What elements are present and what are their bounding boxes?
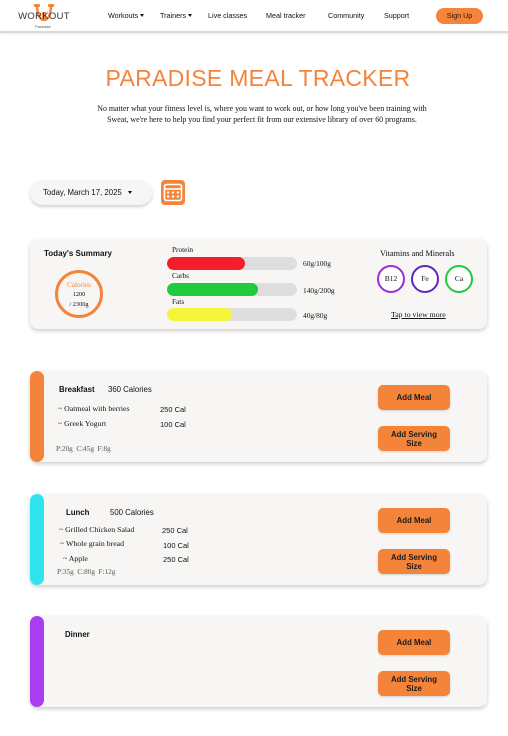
food-calories: 250 Cal xyxy=(160,405,186,414)
nav-item-support[interactable]: Support xyxy=(384,11,409,20)
chevron-down-icon xyxy=(127,191,132,194)
calendar-button[interactable] xyxy=(161,180,185,205)
food-item: ~ Grilled Chicken Salad xyxy=(59,525,135,534)
fats-bar-fill xyxy=(167,308,232,321)
vitamins-title: Vitamins and Minerals xyxy=(380,249,455,258)
meal-color-stripe xyxy=(30,494,44,585)
chevron-down-icon xyxy=(140,14,145,17)
nav-item-community[interactable]: Community xyxy=(328,11,364,20)
add-serving-size-button[interactable]: Add Serving Size xyxy=(378,671,450,696)
add-serving-size-button[interactable]: Add Serving Size xyxy=(378,549,450,574)
protein-value: 60g/100g xyxy=(303,259,331,268)
protein-bar-fill xyxy=(167,257,245,270)
meal-macros: P:35g C:80g F:12g xyxy=(57,568,115,576)
nav-item-workouts[interactable]: Workouts xyxy=(108,11,145,20)
brand-tagline: Paradise xyxy=(35,24,51,29)
brand-name: WORKOUT xyxy=(18,11,70,22)
calendar-icon xyxy=(163,183,183,202)
calories-value: 1200 xyxy=(72,291,86,298)
carbs-label: Carbs xyxy=(172,271,190,280)
summary-title: Today's Summary xyxy=(44,249,112,258)
food-calories: 250 Cal xyxy=(163,555,189,564)
meal-card-lunch: Lunch 500 Calories ~ Grilled Chicken Sal… xyxy=(30,494,487,585)
macro-carbs: C:45g xyxy=(76,445,94,453)
meal-card-dinner: Dinner Add Meal Add Serving Size xyxy=(30,616,487,707)
date-label: Today, March 17, 2025 xyxy=(43,188,122,197)
meal-card-breakfast: Breakfast 360 Calories ~ Oatmeal with be… xyxy=(30,371,487,462)
food-item: ~ Apple xyxy=(63,554,88,563)
fats-value: 40g/80g xyxy=(303,311,328,320)
nav-item-label: Workouts xyxy=(108,11,139,20)
meal-color-stripe xyxy=(30,616,44,707)
meal-macros: P:20g C:45g F:8g xyxy=(56,445,111,453)
food-item: ~ Whole grain bread xyxy=(60,539,125,548)
food-item: ~ Greek Yogurt xyxy=(58,419,107,428)
calories-ring: Calories 1200 / 2300g xyxy=(55,270,103,318)
button-label-line: Add Serving xyxy=(391,552,437,562)
meal-color-stripe xyxy=(30,371,44,462)
add-meal-button[interactable]: Add Meal xyxy=(378,630,450,655)
chevron-down-icon xyxy=(188,14,193,17)
page-title: PARADISE MEAL TRACKER xyxy=(105,65,411,91)
view-more-link[interactable]: Tap to view more xyxy=(391,310,446,319)
button-label-line: Size xyxy=(406,561,422,571)
food-calories: 100 Cal xyxy=(163,541,189,550)
add-meal-button[interactable]: Add Meal xyxy=(378,508,450,533)
add-serving-size-button[interactable]: Add Serving Size xyxy=(378,426,450,451)
carbs-bar-fill xyxy=(167,283,258,296)
add-meal-button[interactable]: Add Meal xyxy=(378,385,450,410)
nav-item-live-classes[interactable]: Live classes xyxy=(208,11,247,20)
sign-up-button[interactable]: Sign Up xyxy=(436,8,483,24)
calories-goal: / 2300g xyxy=(69,301,89,308)
calories-label: Calories xyxy=(67,281,91,289)
food-item: ~ Oatmeal with berries xyxy=(58,404,130,413)
vitamin-badge-b12[interactable]: B12 xyxy=(377,265,405,293)
button-label-line: Size xyxy=(406,438,422,448)
carbs-bar xyxy=(167,283,297,296)
nav-item-trainers[interactable]: Trainers xyxy=(160,11,193,20)
macro-protein: P:35g xyxy=(57,568,74,576)
meal-name: Lunch xyxy=(66,508,90,517)
carbs-value: 140g/200g xyxy=(303,286,335,295)
meal-calories: 500 Calories xyxy=(110,508,154,517)
macro-fats: F:12g xyxy=(98,568,116,576)
meal-calories: 360 Calories xyxy=(108,385,152,394)
macro-fats: F:8g xyxy=(97,445,111,453)
protein-label: Protein xyxy=(172,245,194,254)
fats-label: Fats xyxy=(172,297,185,306)
brand-logo[interactable]: WORKOUT Paradise xyxy=(13,3,75,31)
top-navbar: WORKOUT Paradise Workouts Trainers Live … xyxy=(0,0,508,33)
mineral-badge-fe[interactable]: Fe xyxy=(411,265,439,293)
food-calories: 250 Cal xyxy=(162,526,188,535)
food-calories: 100 Cal xyxy=(160,420,186,429)
daily-summary-card: Today's Summary Calories 1200 / 2300g Pr… xyxy=(30,239,487,329)
date-selector[interactable]: Today, March 17, 2025 xyxy=(30,180,152,205)
macro-protein: P:20g xyxy=(56,445,73,453)
fats-bar xyxy=(167,308,297,321)
meal-name: Breakfast xyxy=(59,385,95,394)
nav-item-meal-tracker[interactable]: Meal tracker xyxy=(266,11,306,20)
mineral-badge-ca[interactable]: Ca xyxy=(445,265,473,293)
meal-name: Dinner xyxy=(65,630,90,639)
page-subtitle: No matter what your fitness level is, wh… xyxy=(97,104,427,124)
button-label-line: Add Serving xyxy=(391,674,437,684)
button-label-line: Size xyxy=(406,683,422,693)
protein-bar xyxy=(167,257,297,270)
button-label-line: Add Serving xyxy=(391,429,437,439)
macro-carbs: C:80g xyxy=(77,568,95,576)
nav-item-label: Trainers xyxy=(160,11,187,20)
